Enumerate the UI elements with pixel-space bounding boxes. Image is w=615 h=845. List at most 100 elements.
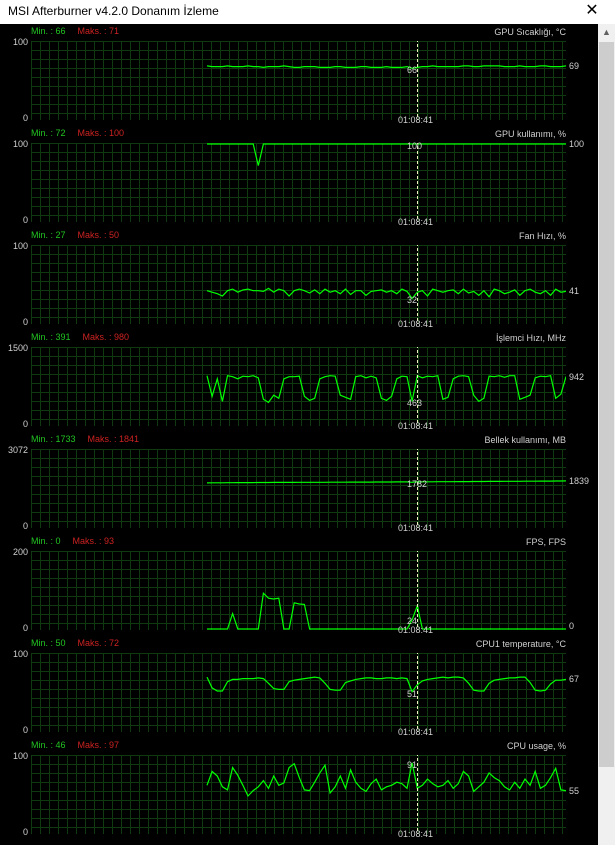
graph-svg	[31, 245, 566, 324]
series-line	[206, 287, 566, 300]
y-axis-max-label: 1500	[7, 343, 28, 353]
y-axis-max-label: 3072	[7, 445, 28, 455]
min-max-readout: Min. : 66 Maks. : 71	[31, 26, 119, 36]
y-axis-max-label: 100	[12, 751, 28, 761]
vertical-scrollbar[interactable]: ▲	[598, 24, 615, 845]
current-value: 55	[569, 785, 580, 796]
y-axis-min-label: 0	[22, 623, 28, 633]
cursor-value: 66	[407, 65, 418, 76]
grid-lines	[31, 755, 566, 834]
graph-svg	[31, 755, 566, 834]
current-value: 1839	[569, 475, 590, 486]
cursor-value: 32	[407, 295, 418, 306]
min-max-readout: Min. : 72 Maks. : 100	[31, 128, 124, 138]
cursor-time-label: 01:08:41	[398, 523, 434, 533]
cursor-value: 91	[407, 759, 418, 770]
current-value: 0	[569, 621, 575, 631]
title-bar: MSI Afterburner v4.2.0 Donanım İzleme ✕	[0, 0, 615, 24]
min-value: Min. : 27	[31, 230, 66, 240]
graph-title: İşlemci Hızı, MHz	[495, 333, 566, 343]
scroll-up-arrow-icon[interactable]: ▲	[598, 24, 615, 41]
cursor-time-label: 01:08:41	[398, 829, 434, 839]
current-value: 69	[569, 60, 580, 71]
max-value: Maks. : 50	[77, 230, 120, 240]
max-value: Maks. : 71	[77, 26, 120, 36]
current-value: 67	[569, 674, 580, 685]
min-value: Min. : 1733	[31, 434, 76, 444]
graph-title: Fan Hızı, %	[518, 231, 566, 241]
graph-panel: Min. : 66 Maks. : 71 GPU Sıcaklığı, °C 100 0…	[0, 24, 598, 126]
cursor-time-label: 01:08:41	[398, 727, 434, 737]
cursor-time-label: 01:08:41	[398, 115, 434, 125]
cursor-time-label: 01:08:41	[398, 217, 434, 227]
graph-title: Bellek kullanımı, MB	[484, 435, 566, 445]
min-max-readout: Min. : 391 Maks. : 980	[31, 332, 129, 342]
graph-panel: Min. : 27 Maks. : 50 Fan Hızı, % 100 0 32 41 01…	[0, 228, 598, 330]
min-value: Min. : 50	[31, 638, 66, 648]
y-axis-min-label: 0	[22, 827, 28, 837]
max-value: Maks. : 980	[82, 332, 130, 342]
graph-panel: Min. : 0 Maks. : 93 FPS, FPS 200 0 24 0 01:08:4…	[0, 534, 598, 636]
graph-plot-area[interactable]	[31, 347, 566, 426]
cursor-value: 51	[407, 688, 418, 699]
cursor-value: 463	[407, 398, 423, 409]
min-max-readout: Min. : 1733 Maks. : 1841	[31, 434, 139, 444]
grid-lines	[31, 41, 566, 120]
y-axis-min-label: 0	[22, 725, 28, 735]
graph-panel: Min. : 50 Maks. : 72 CPU1 temperature, °C 1…	[0, 636, 598, 738]
graph-title: CPU usage, %	[506, 741, 566, 751]
min-value: Min. : 46	[31, 740, 66, 750]
y-axis-max-label: 100	[12, 649, 28, 659]
graph-plot-area[interactable]	[31, 41, 566, 120]
graph-plot-area[interactable]	[31, 653, 566, 732]
graph-panel: Min. : 72 Maks. : 100 GPU kullanımı, % 100 0…	[0, 126, 598, 228]
y-axis-max-label: 100	[12, 37, 28, 47]
max-value: Maks. : 93	[72, 536, 115, 546]
cursor-time-label: 01:08:41	[398, 319, 434, 329]
graph-title: GPU kullanımı, %	[494, 129, 566, 139]
y-axis-min-label: 0	[22, 419, 28, 429]
graph-svg	[31, 143, 566, 222]
graph-plot-area[interactable]	[31, 755, 566, 834]
current-value: 100	[569, 139, 585, 149]
graph-plot-area[interactable]	[31, 143, 566, 222]
graph-plot-area[interactable]	[31, 551, 566, 630]
graph-title: FPS, FPS	[525, 537, 566, 547]
cursor-value: 100	[407, 141, 423, 151]
y-axis-max-label: 200	[12, 547, 28, 557]
series-line	[206, 374, 566, 404]
grid-lines	[31, 449, 566, 528]
grid-lines	[31, 143, 566, 222]
min-value: Min. : 66	[31, 26, 66, 36]
monitoring-graphs: Min. : 66 Maks. : 71 GPU Sıcaklığı, °C 100 0…	[0, 24, 598, 845]
graph-plot-area[interactable]	[31, 449, 566, 528]
graph-svg	[31, 449, 566, 528]
min-value: Min. : 72	[31, 128, 66, 138]
min-max-readout: Min. : 27 Maks. : 50	[31, 230, 119, 240]
graph-title: CPU1 temperature, °C	[475, 639, 566, 649]
current-value: 41	[569, 286, 580, 297]
y-axis-max-label: 100	[12, 241, 28, 251]
current-value: 942	[569, 371, 585, 382]
graph-svg	[31, 347, 566, 426]
graph-svg	[31, 551, 566, 630]
min-max-readout: Min. : 50 Maks. : 72	[31, 638, 119, 648]
cursor-value: 1782	[407, 479, 428, 490]
scrollbar-thumb[interactable]	[599, 42, 614, 767]
grid-lines	[31, 653, 566, 732]
window-title: MSI Afterburner v4.2.0 Donanım İzleme	[8, 4, 219, 18]
graph-plot-area[interactable]	[31, 245, 566, 324]
grid-lines	[31, 551, 566, 630]
y-axis-min-label: 0	[22, 521, 28, 531]
close-icon[interactable]: ✕	[569, 0, 615, 24]
min-value: Min. : 391	[31, 332, 71, 342]
cursor-time-label: 01:08:41	[398, 421, 434, 431]
cursor-time-label: 01:08:41	[398, 625, 434, 635]
graph-svg	[31, 41, 566, 120]
y-axis-max-label: 100	[12, 139, 28, 149]
min-max-readout: Min. : 46 Maks. : 97	[31, 740, 119, 750]
graph-panel: Min. : 1733 Maks. : 1841 Bellek kullanımı,…	[0, 432, 598, 534]
grid-lines	[31, 347, 566, 426]
series-line	[206, 480, 566, 484]
series-line	[206, 65, 566, 69]
